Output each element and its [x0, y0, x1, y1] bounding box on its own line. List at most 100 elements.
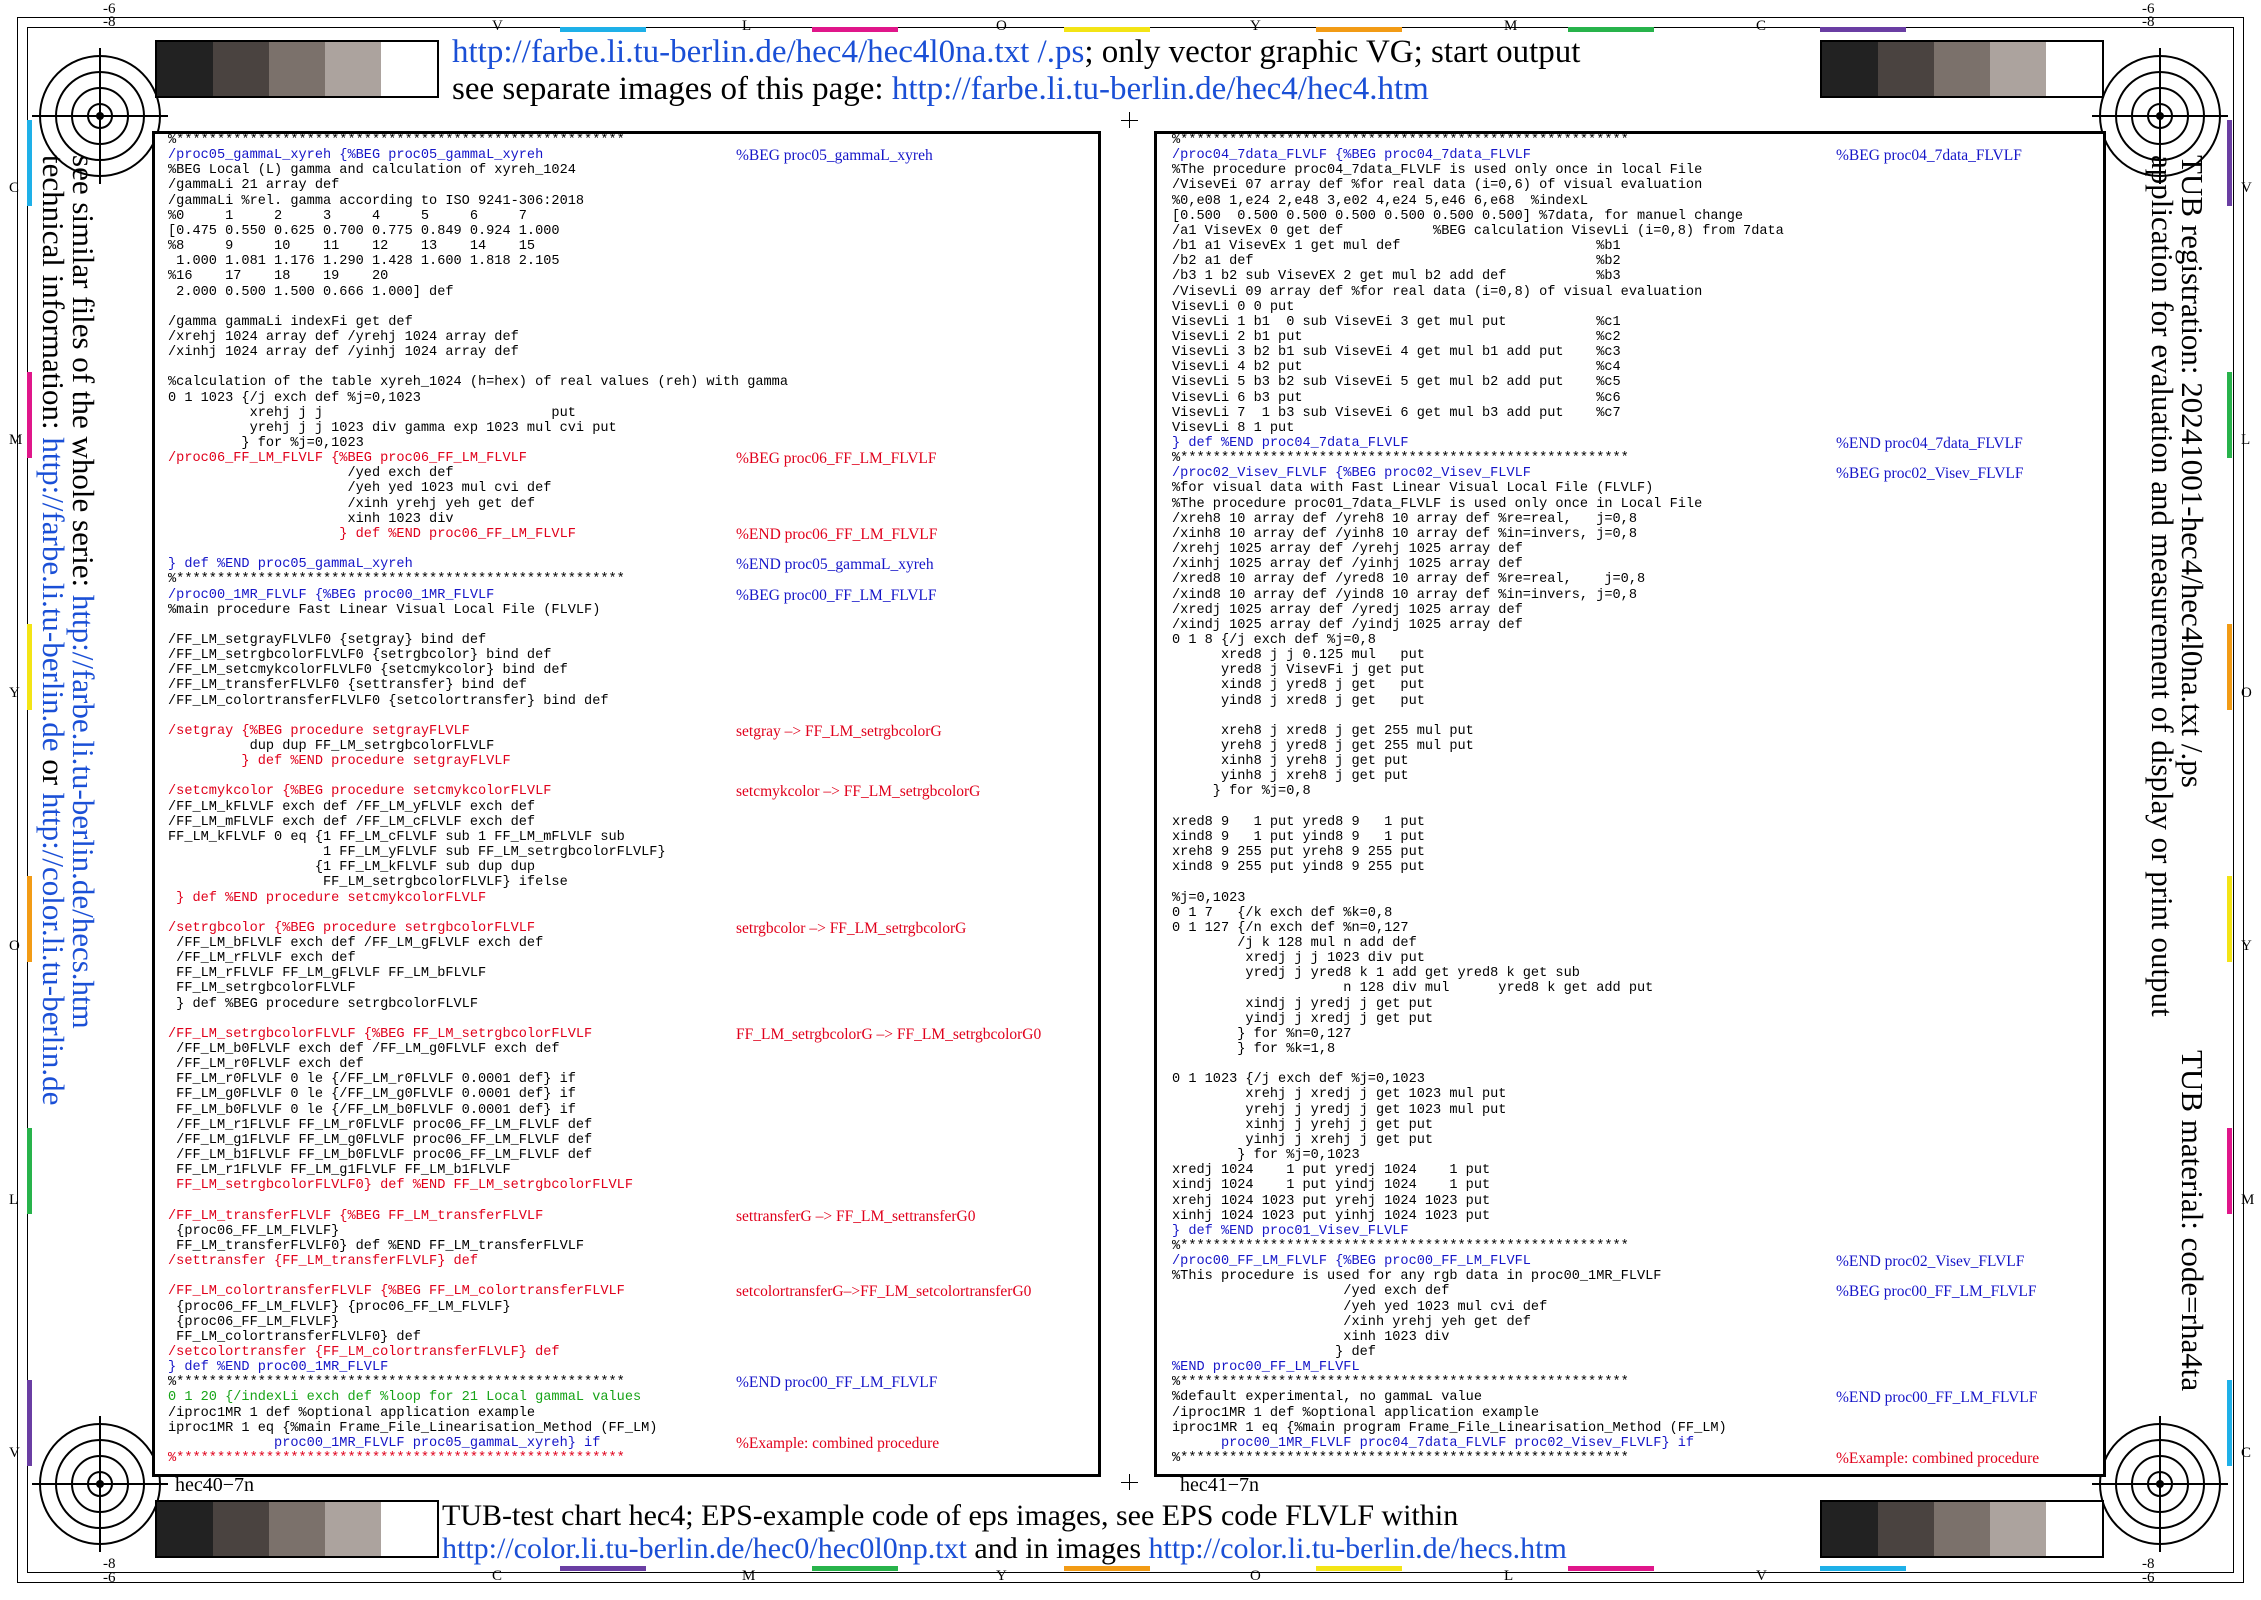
color-tick-orange: [2227, 624, 2232, 710]
code-line: /proc02_Visev_FLVLF {%BEG proc02_Visev_F…: [1172, 466, 1531, 482]
code-line: } def %END proc05_gammaL_xyreh: [168, 557, 413, 573]
code-line: /yeh yed 1023 mul cvi def: [168, 481, 552, 497]
code-line: yredj j yred8 k 1 add get yred8 k get su…: [1172, 966, 1580, 982]
footer-hecs-link[interactable]: http://color.li.tu-berlin.de/hecs.htm: [1149, 1532, 1567, 1565]
code-line: xrehj 1024 1023 put yrehj 1024 1023 put: [1172, 1193, 1491, 1209]
code-annotation: setgray –> FF_LM_setrgbcolorG: [736, 722, 942, 740]
code-line: /VisevEi 07 array def %for real data (i=…: [1172, 178, 1703, 194]
left-panel-id: hec40−7n: [175, 1474, 255, 1496]
code-line: } def %END proc01_Visev_FLVLF: [1172, 1223, 1409, 1239]
code-line: /xinh yrehj yeh get def: [168, 496, 536, 512]
gray-step: [381, 42, 437, 96]
code-annotation: setcmykcolor –> FF_LM_setrgbcolorG: [736, 783, 981, 801]
code-line: dup dup FF_LM_setrgbcolorFLVLF: [168, 739, 495, 754]
farbe-link[interactable]: http://farbe.li.tu-berlin.de: [36, 437, 71, 751]
code-line: /FF_LM_setrgbcolorFLVLF0 {setrgbcolor} b…: [168, 648, 552, 664]
code-line: /settransfer {FF_LM_transferFLVLF} def: [168, 1254, 478, 1270]
code-line: %main procedure Fast Linear Visual Local…: [168, 602, 601, 618]
right-letter: L: [2241, 432, 2251, 448]
code-line: %j=0,1023: [1172, 890, 1246, 906]
top-letter: Y: [1250, 18, 1261, 34]
footer-line-2: http://color.li.tu-berlin.de/hec0/hec0l0…: [442, 1532, 1567, 1565]
color-tick-yellow: [1064, 27, 1150, 32]
code-line: } for %n=0,127: [1172, 1026, 1352, 1042]
color-link[interactable]: http://color.li.tu-berlin.de: [36, 793, 71, 1106]
color-tick-yellow: [1316, 1566, 1402, 1571]
code-line: } for %j=0,1023: [168, 436, 364, 451]
code-line: {1 FF_LM_kFLVLF sub dup dup: [168, 860, 536, 876]
code-line: xinhj j yrehj j get put: [1172, 1117, 1434, 1133]
header-source-link[interactable]: http://farbe.li.tu-berlin.de/hec4/hec4l0…: [452, 34, 1084, 70]
code-line: VisevLi 1 b1 0 sub VisevEi 3 get mul put…: [1172, 314, 1621, 330]
code-line: /setgray {%BEG procedure setgrayFLVLF: [168, 723, 470, 739]
code-annotation: FF_LM_setrgbcolorG –> FF_LM_setrgbcolorG…: [736, 1025, 1042, 1043]
code-line: /setcmykcolor {%BEG procedure setcmykcol…: [168, 784, 552, 800]
code-annotation: %BEG proc04_7data_FLVLF: [1836, 147, 2022, 165]
code-line: %8 9 10 11 12 13 14 15: [168, 239, 536, 255]
code-line: } def %END procedure setgrayFLVLF: [168, 754, 511, 770]
code-annotation: %BEG proc00_FF_LM_FLVLF: [736, 586, 937, 604]
color-tick-magenta: [1568, 1566, 1654, 1571]
top-letter: C: [1756, 18, 1767, 34]
code-line: xinh 1023 div: [1172, 1329, 1450, 1345]
code-line: yrehj j yredj j get 1023 mul put: [1172, 1102, 1507, 1118]
code-line: 0 1 7 {/k exch def %k=0,8: [1172, 905, 1393, 921]
code-line: VisevLi 7 1 b3 sub VisevEi 6 get mul b3 …: [1172, 405, 1621, 421]
code-line: FF_LM_rFLVLF FF_LM_gFLVLF FF_LM_bFLVLF: [168, 966, 487, 982]
footer-hec0-link[interactable]: http://color.li.tu-berlin.de/hec0/hec0l0…: [442, 1532, 967, 1565]
code-line: /FF_LM_g1FLVLF FF_LM_g0FLVLF proc06_FF_L…: [168, 1132, 593, 1148]
color-tick-orange: [1064, 1566, 1150, 1571]
code-line: [0.500 0.500 0.500 0.500 0.500 0.500 0.5…: [1172, 208, 1744, 224]
registration-mark-icon: [32, 1416, 168, 1552]
code-line: %***************************************…: [168, 133, 625, 148]
code-line: /proc00_FF_LM_FLVLF {%BEG proc00_FF_LM_F…: [1172, 1254, 1531, 1270]
gray-step: [2046, 42, 2102, 96]
left-letter: C: [9, 180, 20, 196]
code-line: } for %j=0,8: [1172, 784, 1311, 800]
code-line: 0 1 1023 {/j exch def %j=0,1023: [1172, 1072, 1425, 1088]
code-line: /b3 1 b2 sub VisevEX 2 get mul b2 add de…: [1172, 269, 1621, 285]
code-line: /xinh8 10 array def /yinh8 10 array def …: [1172, 526, 1637, 542]
gray-step: [157, 42, 213, 96]
code-line: %***************************************…: [1172, 1238, 1629, 1254]
code-line: } def %BEG procedure setrgbcolorFLVLF: [168, 996, 478, 1012]
code-line: proc00_1MR_FLVLF proc05_gammaL_xyreh} if: [168, 1435, 601, 1451]
code-annotation: %END proc00_FF_LM_FLVLF: [1836, 1389, 2038, 1407]
center-divider: [1121, 1482, 1138, 1483]
code-line: iproc1MR 1 eq {%main program Frame_File_…: [1172, 1420, 1727, 1436]
left-letter: V: [9, 1445, 20, 1461]
color-tick-orange: [1316, 27, 1402, 32]
code-line: /a1 VisevEx 0 get def %BEG calculation V…: [1172, 223, 1784, 239]
left-side-line-2: technical information: http://farbe.li.t…: [36, 155, 71, 1106]
code-line: /FF_LM_colortransferFLVLF0 {setcolortran…: [168, 693, 609, 709]
code-line: /xredj 1025 array def /yredj 1025 array …: [1172, 602, 1523, 618]
code-line: /yed exch def: [168, 466, 454, 482]
code-line: 1 FF_LM_yFLVLF sub FF_LM_setrgbcolorFLVL…: [168, 845, 666, 861]
code-line: /FF_LM_r1FLVLF FF_LM_r0FLVLF proc06_FF_L…: [168, 1117, 593, 1133]
series-link[interactable]: http://farbe.li.tu-berlin.de/hecs.htm: [66, 595, 101, 1029]
registration-mark-icon: [2092, 1416, 2228, 1552]
code-line: xreh8 9 255 put yreh8 9 255 put: [1172, 845, 1425, 861]
code-annotation: %Example: combined procedure: [736, 1434, 940, 1452]
gray-step: [1822, 42, 1878, 96]
code-line: xindj j yredj j get put: [1172, 996, 1434, 1012]
header-images-link[interactable]: http://farbe.li.tu-berlin.de/hec4/hec4.h…: [892, 71, 1429, 107]
code-line: 1.000 1.081 1.176 1.290 1.428 1.600 1.81…: [168, 254, 560, 270]
bottom-letter: M: [742, 1568, 756, 1584]
code-line: FF_LM_transferFLVLF0} def %END FF_LM_tra…: [168, 1238, 585, 1254]
color-tick-violet: [560, 1566, 646, 1571]
code-line: 2.000 0.500 1.500 0.666 1.000] def: [168, 284, 454, 300]
code-line: %default experimental, no gammaL value: [1172, 1390, 1482, 1406]
gray-step: [157, 1502, 213, 1556]
header-line-2-text: see separate images of this page:: [452, 71, 892, 107]
code-line: 0 1 20 {/indexLi exch def %loop for 21 L…: [168, 1390, 642, 1406]
code-line: %0,e08 1,e24 2,e48 3,e02 4,e24 5,e46 6,e…: [1172, 193, 1589, 209]
code-line: FF_LM_colortransferFLVLF0} def: [168, 1329, 421, 1345]
color-tick-yellow: [27, 624, 32, 710]
code-line: /xred8 10 array def /yred8 10 array def …: [1172, 572, 1646, 588]
code-line: /gammaLi 21 array def: [168, 178, 340, 194]
code-line: FF_LM_setrgbcolorFLVLF: [168, 981, 356, 997]
gray-step: [269, 1502, 325, 1556]
right-letter: M: [2241, 1192, 2255, 1208]
code-line: [0.475 0.550 0.625 0.700 0.775 0.849 0.9…: [168, 223, 560, 239]
